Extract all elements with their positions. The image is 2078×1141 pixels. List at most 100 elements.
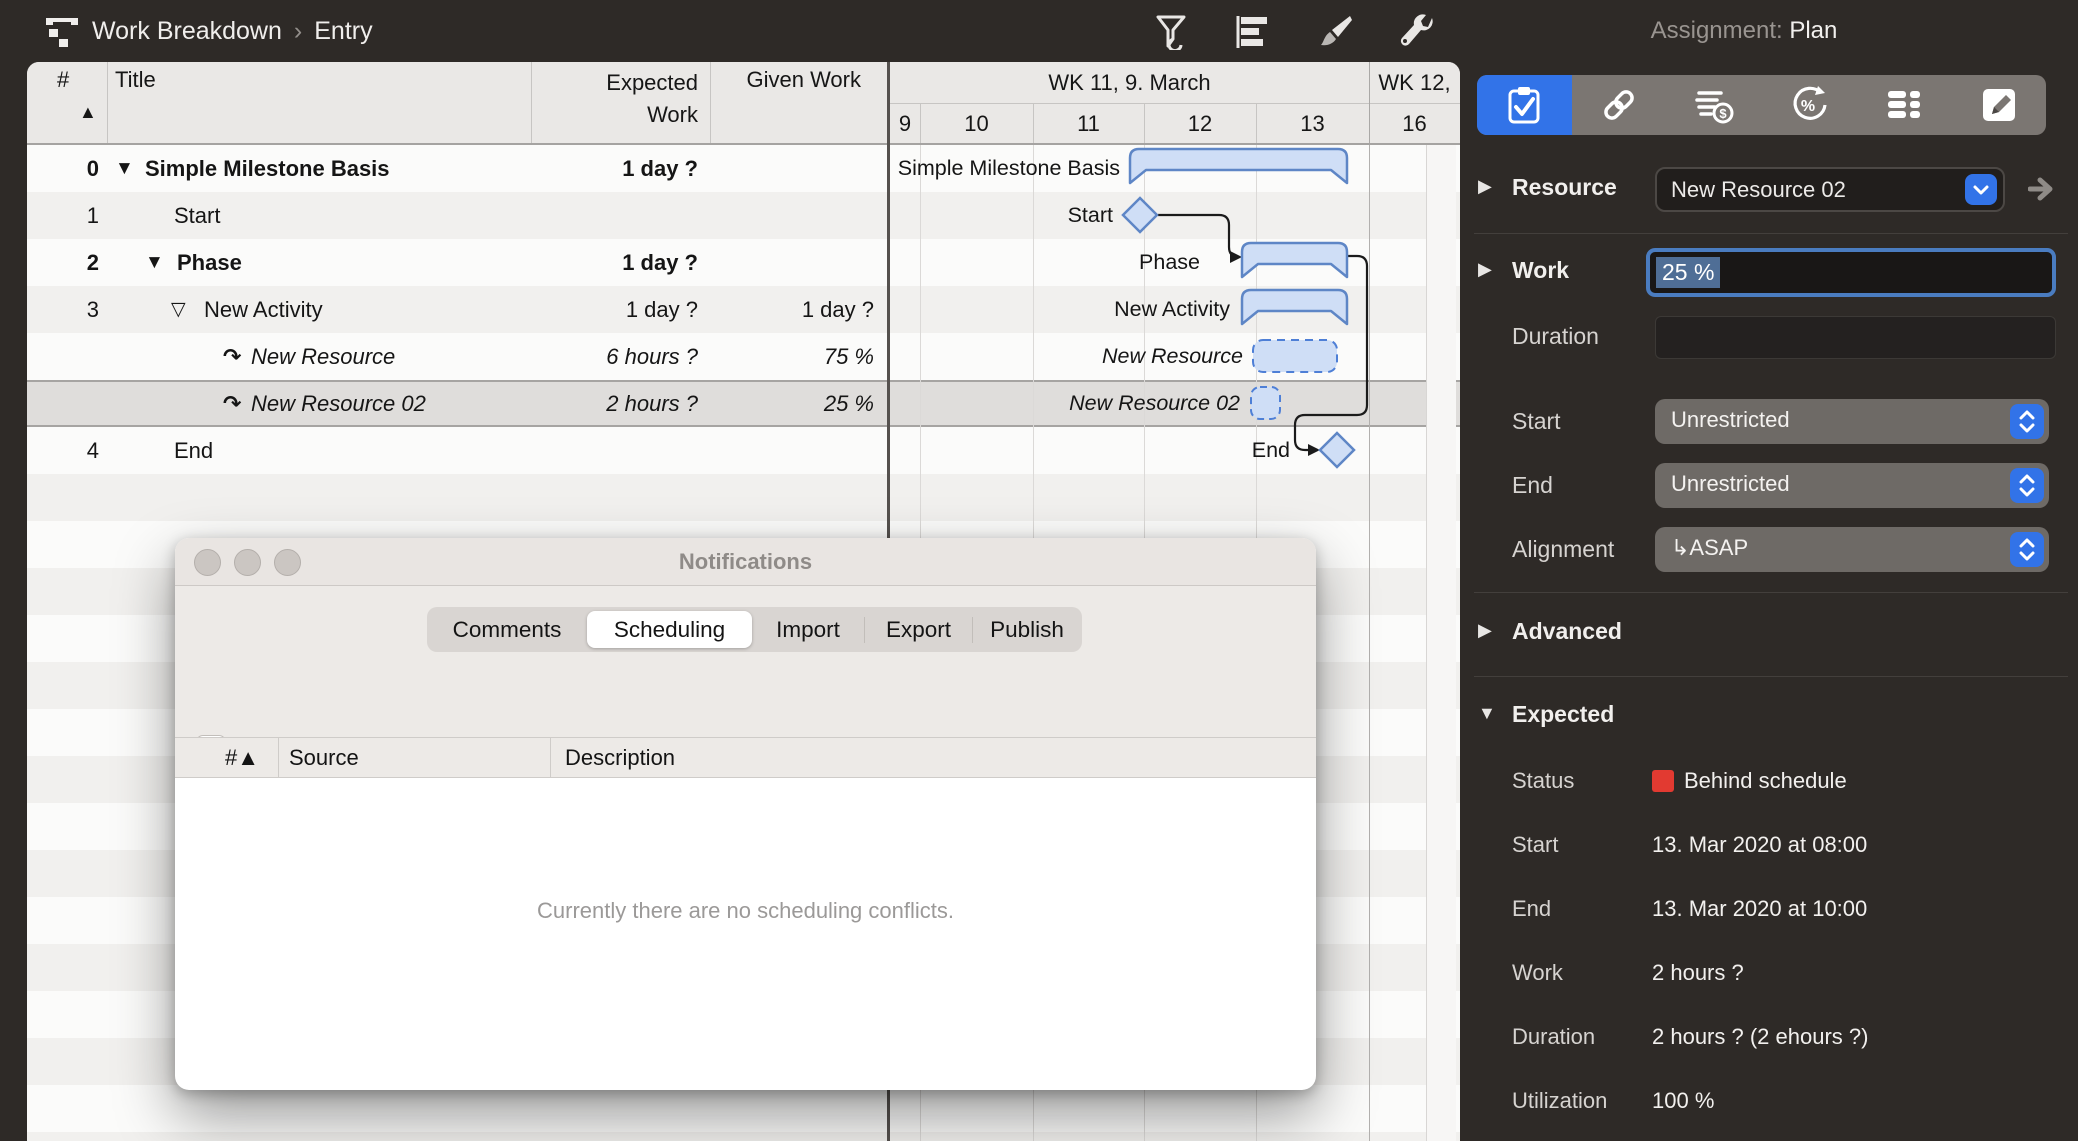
given-work-cell[interactable]: 25 % [710,380,874,427]
day-divider [1144,103,1145,143]
column-divider[interactable] [107,62,108,143]
expected-start-value: 13. Mar 2020 at 08:00 [1652,832,1868,857]
row-title[interactable]: Simple Milestone Basis [145,145,390,192]
gantt-assignment-bar[interactable] [1252,339,1338,373]
column-header-number[interactable]: # [57,67,69,93]
app-window: { "window": { "breadcrumb": {"root": "Wo… [0,0,2078,1141]
expected-work-cell[interactable]: 1 day ? [531,145,698,192]
duration-label: Duration [1512,323,1599,349]
gantt-bar-label: Start [1067,203,1113,227]
table-row[interactable]: 2 ▼ Phase 1 day ? [27,239,887,286]
disclosure-triangle-icon[interactable]: ▼ [1478,703,1496,724]
duration-input[interactable] [1655,316,2056,359]
section-divider [1474,233,2068,234]
tab-export[interactable]: Export [865,611,972,648]
tab-links[interactable] [1572,75,1667,135]
start-constraint-popup[interactable]: Unrestricted [1655,399,2049,444]
gantt-bar-label: Phase [1139,250,1200,274]
tab-import[interactable]: Import [752,611,864,648]
stepper-button[interactable] [2010,404,2044,439]
disclosure-triangle-icon[interactable]: ▶ [1478,259,1492,280]
tab-utilization[interactable]: % [1761,75,1856,135]
table-row-assignment[interactable]: ↷ New Resource 6 hours ? 75 % [27,333,887,380]
tab-comments[interactable]: Comments [427,611,587,648]
gantt-summary-bar[interactable] [1240,241,1349,279]
table-row[interactable]: 3 ▽ New Activity 1 day ? 1 day ? [27,286,887,333]
expected-work-cell[interactable]: 1 day ? [531,286,698,333]
gantt-day-header: 11 [1077,111,1100,136]
tab-assignment-info[interactable] [1477,75,1572,135]
disclosure-triangle-icon[interactable]: ▽ [171,286,186,333]
expected-work-cell[interactable]: 2 hours ? [531,380,698,427]
column-header-given-work[interactable]: Given Work [710,67,861,93]
disclosure-triangle-icon[interactable]: ▼ [145,239,164,286]
gantt-bar-label: New Resource [1102,344,1243,368]
sort-ascending-icon[interactable]: ▲ [79,102,97,123]
tab-publish[interactable]: Publish [973,611,1081,648]
row-title[interactable]: New Activity [204,286,323,333]
alignment-popup[interactable]: ↳ASAP [1655,527,2049,572]
format-brush-icon[interactable] [1312,14,1354,50]
column-divider[interactable] [531,62,532,143]
breadcrumb-current[interactable]: Entry [314,17,372,45]
gantt-assignment-bar[interactable] [1250,386,1281,420]
gantt-milestone-diamond[interactable] [1121,196,1159,234]
disclosure-triangle-icon[interactable]: ▶ [1478,620,1492,641]
disclosure-triangle-icon[interactable]: ▼ [115,145,134,192]
resource-dropdown[interactable]: New Resource 02 [1655,167,2005,212]
breadcrumb-root[interactable]: Work Breakdown [92,17,282,45]
gantt-day-header: 16 [1402,111,1427,136]
chevron-up-down-icon [2019,410,2035,433]
expected-section-label[interactable]: Expected [1512,701,1614,728]
expected-work-cell[interactable]: 1 day ? [531,239,698,286]
expected-end-value: 13. Mar 2020 at 10:00 [1652,896,1868,921]
column-header-source[interactable]: Source [289,738,359,777]
row-title[interactable]: Start [174,192,220,239]
dropdown-button[interactable] [1965,174,1997,205]
column-header-expected-work[interactable]: Expected Work [588,67,698,131]
gantt-milestone-diamond[interactable] [1318,431,1356,469]
stepper-button[interactable] [2010,532,2044,567]
column-divider [550,738,551,777]
app-logo-icon [46,18,78,47]
disclosure-triangle-icon[interactable]: ▶ [1478,176,1492,197]
table-row[interactable]: 4 End [27,427,887,474]
row-title[interactable]: New Resource 02 [251,380,426,427]
column-header-title[interactable]: Title [115,67,156,93]
table-row-assignment-selected[interactable]: ↷ New Resource 02 2 hours ? 25 % [27,380,887,427]
go-to-resource-arrow-icon[interactable] [2028,176,2060,202]
table-row[interactable]: 0 ▼ Simple Milestone Basis 1 day ? [27,145,887,192]
outline-list-icon[interactable] [1232,14,1274,50]
gantt-summary-bar[interactable] [1128,147,1349,185]
dependency-arrow-icon [1308,444,1320,456]
filter-funnel-icon[interactable] [1152,14,1194,50]
row-number: 2 [86,250,99,275]
expected-work-cell[interactable]: 6 hours ? [531,333,698,380]
tab-lanes[interactable] [1856,75,1951,135]
dependency-arrow-icon [1230,251,1242,263]
given-work-cell[interactable]: 75 % [710,333,874,380]
tab-edit-note[interactable] [1951,75,2046,135]
dialog-toolbar-area: Comments Scheduling Import Export Publis… [175,586,1316,765]
gantt-bar-label: End [1251,438,1290,462]
table-row[interactable]: 1 Start [27,192,887,239]
tab-scheduling[interactable]: Scheduling [587,611,752,648]
tab-costs[interactable]: $ [1667,75,1762,135]
work-input[interactable]: 25 % [1646,248,2056,297]
inspector-header-label: Assignment: [1650,17,1783,44]
column-divider[interactable] [710,62,711,143]
column-header-number[interactable]: #▲ [175,738,259,777]
dialog-titlebar[interactable]: Notifications [175,538,1316,586]
advanced-section-label[interactable]: Advanced [1512,618,1622,645]
percent-cycle-icon: % [1793,86,1827,120]
row-title[interactable]: End [174,427,213,474]
settings-wrench-icon[interactable] [1396,14,1438,50]
expected-work-label: Work [1512,960,1563,985]
end-constraint-popup[interactable]: Unrestricted [1655,463,2049,508]
column-header-description[interactable]: Description [565,738,675,777]
row-title[interactable]: Phase [177,239,242,286]
row-title[interactable]: New Resource [251,333,395,380]
gantt-summary-bar[interactable] [1240,288,1349,326]
stepper-button[interactable] [2010,468,2044,503]
given-work-cell[interactable]: 1 day ? [710,286,874,333]
